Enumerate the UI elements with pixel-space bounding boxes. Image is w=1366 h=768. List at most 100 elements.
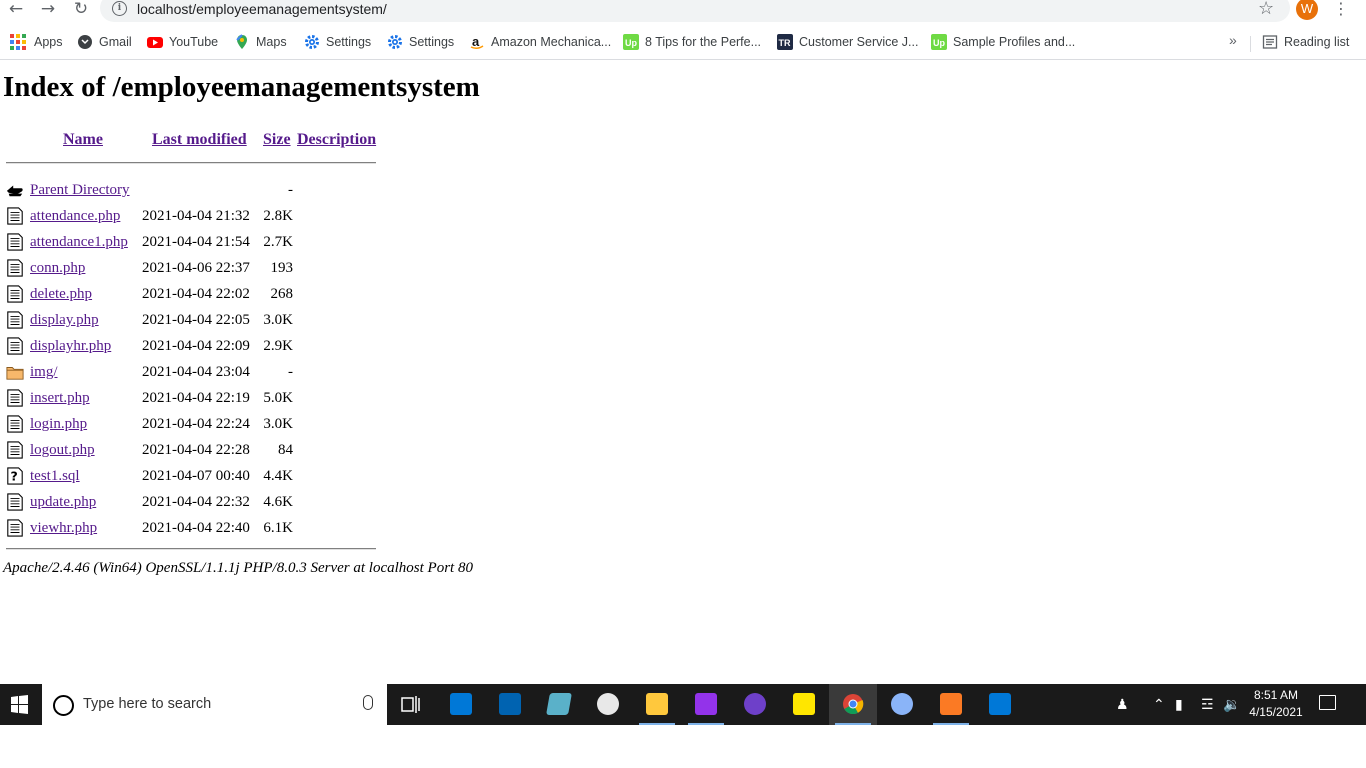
taskbar-notepad[interactable] [535,684,583,725]
last-modified: 2021-04-07 00:40 [142,468,250,484]
taskbar-store[interactable] [437,684,485,725]
profile-avatar[interactable]: W [1296,0,1318,20]
last-modified: 2021-04-04 22:09 [142,338,250,354]
bookmarks-bar: Apps Gmail YouTube Maps Settings Setting… [0,28,1366,60]
bookmark-star-icon[interactable]: ☆ [1258,0,1274,19]
taskbar-search-box[interactable]: Type here to search [42,684,387,725]
bookmark-maps[interactable]: Maps [234,33,287,51]
microphone-icon[interactable] [363,695,373,710]
chrome-icon [843,694,864,715]
browser-menu-icon[interactable]: ⋮ [1333,0,1349,18]
server-signature: Apache/2.4.46 (Win64) OpenSSL/1.1.1j PHP… [3,560,473,576]
file-link[interactable]: logout.php [30,440,95,460]
task-view-button[interactable] [387,684,435,725]
column-header-size[interactable]: Size [263,130,291,150]
reading-list-icon [1262,35,1278,49]
page-title: Index of /employeemanagementsystem [3,71,480,103]
last-modified: 2021-04-04 23:04 [142,364,250,380]
bookmark-settings[interactable]: Settings [304,33,371,51]
bookmark-label: Gmail [99,35,132,49]
file-row: attendance1.php 2021-04-04 21:54 2.7K [0,230,400,256]
taskbar-paint[interactable] [584,684,632,725]
taskbar-photos[interactable] [976,684,1024,725]
column-header-last-modified[interactable]: Last modified [152,130,247,150]
clock-time: 8:51 AM [1253,688,1299,702]
system-clock[interactable]: 8:51 AM 4/15/2021 [1246,687,1306,721]
last-modified: 2021-04-04 22:28 [142,442,250,458]
file-link[interactable]: img/ [30,362,58,382]
bookmark-customer-service[interactable]: TR Customer Service J... [777,33,918,51]
parent-directory-link[interactable]: Parent Directory [30,180,130,200]
text-file-icon [7,493,23,511]
bookmark-youtube[interactable]: YouTube [147,33,218,51]
file-size: 2.9K [263,338,293,354]
file-link[interactable]: insert.php [30,388,90,408]
paint-icon [597,693,619,715]
file-link[interactable]: attendance.php [30,206,120,226]
taskbar-xampp[interactable] [927,684,975,725]
bookmark-settings-2[interactable]: Settings [387,33,454,51]
taskbar-mail[interactable] [486,684,534,725]
file-link[interactable]: update.php [30,492,96,512]
svg-text:a: a [472,34,480,49]
file-row: viewhr.php 2021-04-04 22:40 6.1K [0,516,400,542]
taskbar-phpstorm[interactable] [682,684,730,725]
file-size: 2.7K [263,234,293,250]
bookmark-gmail[interactable]: Gmail [77,33,132,51]
last-modified: 2021-04-04 21:32 [142,208,250,224]
more-bookmarks-icon[interactable]: » [1229,32,1237,48]
paint-3d-icon [891,693,913,715]
wifi-icon[interactable]: ☲ [1201,696,1214,713]
folder-icon [6,367,24,380]
file-row: display.php 2021-04-04 22:05 3.0K [0,308,400,334]
battery-icon[interactable]: ▮ [1175,696,1183,713]
taskbar-file-explorer[interactable] [633,684,681,725]
bookmark-apps[interactable]: Apps [10,33,63,51]
bookmark-sample-profiles[interactable]: Up Sample Profiles and... [931,33,1075,51]
windows-logo-icon [11,695,28,714]
bookmark-label: Settings [326,35,372,49]
back-arrow-icon[interactable]: ← [5,0,27,20]
forward-arrow-icon[interactable]: → [37,0,59,20]
file-link[interactable]: conn.php [30,258,85,278]
bookmark-label: YouTube [169,35,219,49]
svg-text:?: ? [11,469,18,484]
last-modified: 2021-04-04 22:05 [142,312,250,328]
file-link[interactable]: attendance1.php [30,232,128,252]
bookmark-amazon-mechanical[interactable]: a Amazon Mechanica... [469,33,611,51]
start-button[interactable] [0,684,40,725]
column-header-description[interactable]: Description [297,130,376,150]
show-hidden-icons-chevron-icon[interactable]: ⌃ [1153,696,1165,713]
file-link[interactable]: displayhr.php [30,336,111,356]
reading-list-button[interactable]: Reading list [1262,33,1349,51]
upwork-icon: Up [931,33,947,50]
mail-icon [499,693,521,715]
people-icon[interactable]: ♟ [1116,696,1129,713]
bookmark-8-tips[interactable]: Up 8 Tips for the Perfe... [623,33,761,51]
file-link[interactable]: viewhr.php [30,518,97,538]
volume-icon[interactable]: 🔉 [1223,696,1240,713]
last-modified: 2021-04-04 22:02 [142,286,250,302]
last-modified: 2021-04-04 22:24 [142,416,250,432]
file-row: delete.php 2021-04-04 22:02 268 [0,282,400,308]
taskbar-sticky-notes[interactable] [780,684,828,725]
taskbar-chrome[interactable] [829,684,877,725]
url-text[interactable]: localhost/employeemanagementsystem/ [137,0,387,18]
action-center-icon[interactable] [1319,695,1336,710]
taskbar-github[interactable] [731,684,779,725]
file-row: update.php 2021-04-04 22:32 4.6K [0,490,400,516]
file-link[interactable]: test1.sql [30,466,80,486]
header-divider [6,162,376,164]
reload-icon[interactable]: ↻ [70,0,92,20]
file-link[interactable]: delete.php [30,284,92,304]
footer-divider [6,548,376,550]
file-link[interactable]: login.php [30,414,87,434]
text-file-icon [7,285,23,303]
column-header-name[interactable]: Name [63,130,103,150]
taskbar-paint-3d[interactable] [878,684,926,725]
amazon-icon: a [470,34,484,49]
file-link[interactable]: display.php [30,310,99,330]
folder-row: img/2021-04-04 23:04 - [0,360,400,386]
site-info-icon[interactable]: i [112,1,127,16]
windows-taskbar: Type here to search ♟ ⌃ ▮ ☲ 🔉 8:51 AM 4/… [0,684,1366,725]
